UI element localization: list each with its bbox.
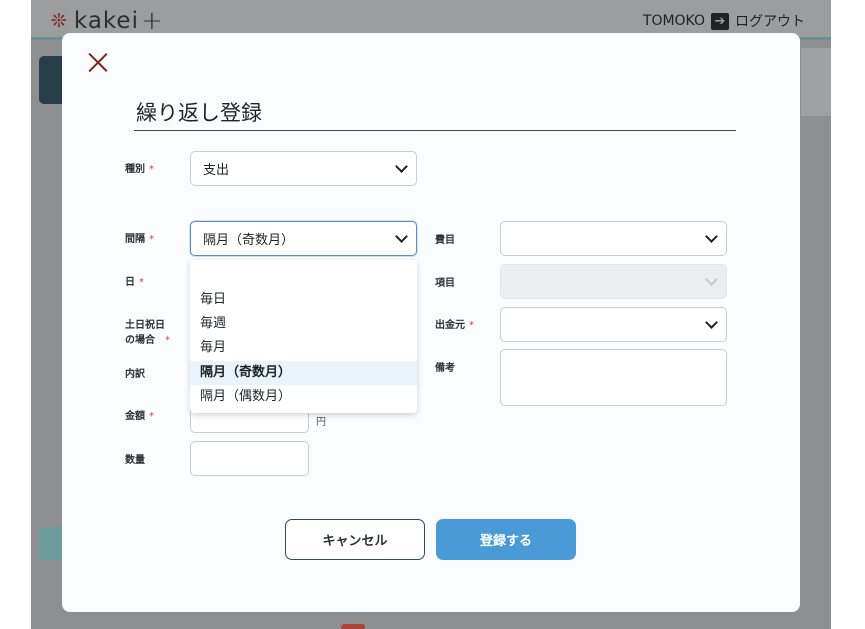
cancel-button[interactable]: キャンセル	[285, 519, 425, 560]
type-select-value: 支出	[203, 163, 230, 178]
holiday-label: 土日祝日 の場合 *	[125, 320, 170, 346]
required-mark: *	[149, 411, 154, 422]
interval-select-value: 隔月（奇数月）	[203, 233, 295, 248]
interval-select[interactable]: 隔月（奇数月）	[190, 221, 417, 256]
breakdown-label: 内訳	[125, 369, 145, 380]
day-label: 日 *	[125, 277, 144, 288]
source-select[interactable]	[500, 307, 727, 342]
submit-button[interactable]: 登録する	[436, 519, 576, 560]
required-mark: *	[165, 335, 170, 346]
interval-label: 間隔 *	[125, 234, 154, 245]
interval-option-weekly[interactable]: 毎週	[190, 312, 417, 336]
recurring-entry-modal: 繰り返し登録 種別 * 支出 間隔 * 隔月（奇数月） 日 * 土日祝日 の場合 * 内…	[62, 33, 800, 612]
item-select	[500, 264, 727, 299]
memo-label: 備考	[435, 363, 455, 374]
expense-category-label: 費目	[435, 235, 455, 246]
interval-dropdown: 毎日 毎週 毎月 隔月（奇数月） 隔月（偶数月）	[190, 260, 417, 413]
chevron-down-icon	[705, 272, 718, 286]
modal-title: 繰り返し登録	[134, 97, 736, 131]
amount-unit: 円	[316, 417, 326, 428]
close-icon[interactable]	[86, 50, 110, 74]
logo-mark-icon: ❊	[51, 10, 68, 32]
logo-plus: +	[140, 6, 164, 36]
memo-textarea[interactable]	[500, 349, 727, 406]
required-mark: *	[469, 320, 474, 331]
interval-option-odd-months[interactable]: 隔月（奇数月）	[190, 361, 417, 385]
app-logo: ❊ kakei +	[51, 6, 164, 36]
interval-option-even-months[interactable]: 隔月（偶数月）	[190, 385, 417, 409]
user-name: TOMOKO	[642, 13, 705, 29]
chevron-down-icon	[395, 229, 408, 243]
chevron-down-icon	[705, 315, 718, 329]
logout-icon[interactable]: ➔	[711, 12, 729, 30]
chevron-down-icon	[705, 229, 718, 243]
quantity-label: 数量	[125, 455, 145, 466]
interval-option-daily[interactable]: 毎日	[190, 288, 417, 312]
type-select[interactable]: 支出	[190, 151, 417, 186]
background-panel	[801, 48, 831, 116]
item-label: 項目	[435, 278, 455, 289]
background-badge	[341, 624, 365, 629]
quantity-input[interactable]	[190, 441, 309, 476]
amount-label: 金額 *	[125, 411, 154, 422]
chevron-down-icon	[395, 159, 408, 173]
logout-link[interactable]: ログアウト	[735, 11, 805, 31]
expense-category-select[interactable]	[500, 221, 727, 256]
interval-option-monthly[interactable]: 毎月	[190, 336, 417, 360]
source-label: 出金元 *	[435, 320, 474, 331]
required-mark: *	[149, 234, 154, 245]
required-mark: *	[149, 164, 154, 175]
logo-text: kakei	[73, 8, 139, 34]
required-mark: *	[139, 277, 144, 288]
type-label: 種別 *	[125, 164, 154, 175]
user-area: TOMOKO ➔ ログアウト	[643, 11, 805, 31]
